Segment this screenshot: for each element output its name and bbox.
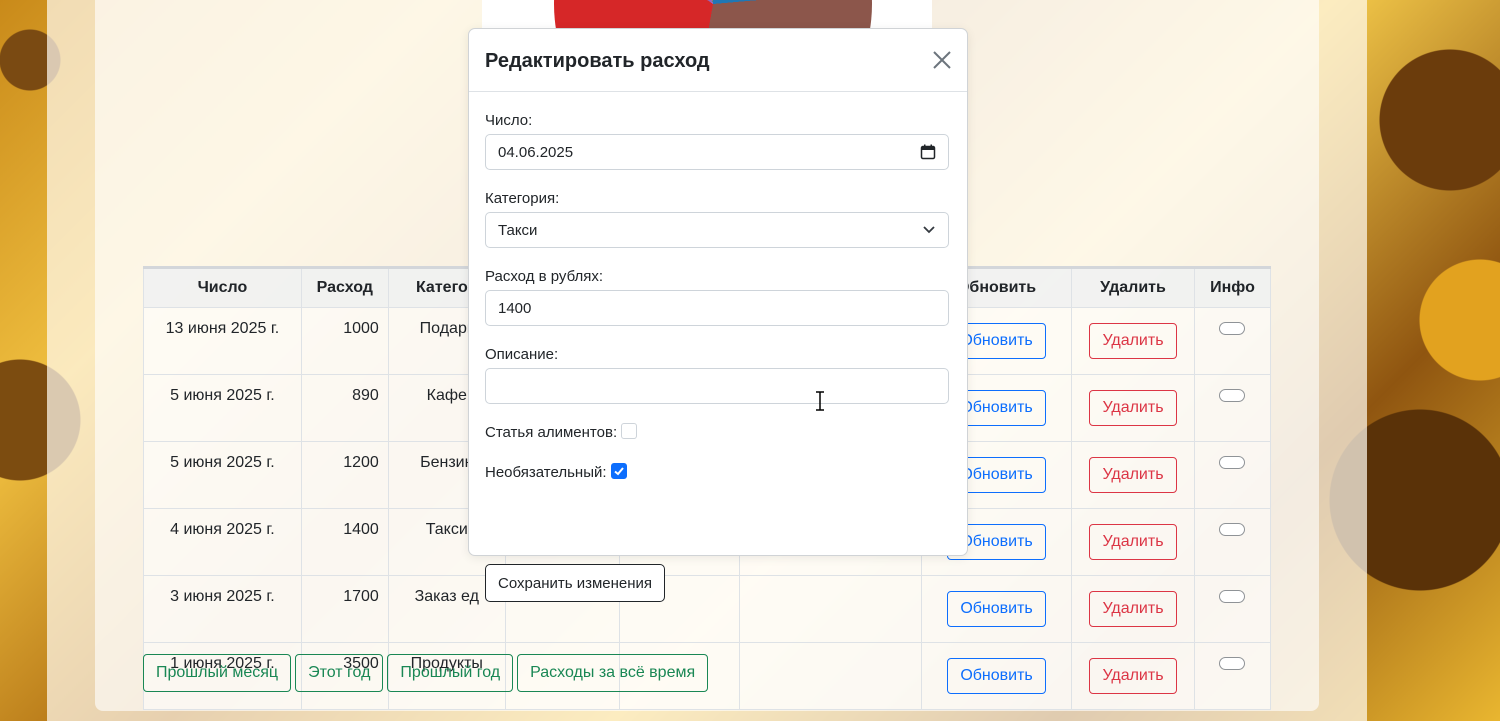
cell-info xyxy=(1193,374,1272,442)
cell-date: 5 июня 2025 г. xyxy=(143,374,302,442)
date-value: 04.06.2025 xyxy=(498,143,574,161)
alimony-checkbox[interactable] xyxy=(621,423,638,440)
cell-update: Обновить xyxy=(921,642,1073,710)
optional-checkbox[interactable] xyxy=(610,463,627,480)
delete-button[interactable]: Удалить xyxy=(1089,524,1177,560)
expense-pie-chart xyxy=(554,0,872,30)
date-label: Число: xyxy=(485,112,533,129)
cell-empty xyxy=(739,642,923,710)
period-buttons: Прошлый месяц Этот год Прошлый год Расхо… xyxy=(143,654,709,692)
description-input[interactable] xyxy=(485,368,949,404)
cell-delete: Удалить xyxy=(1071,642,1195,710)
save-changes-button[interactable]: Сохранить изменения xyxy=(485,564,666,602)
info-toggle[interactable] xyxy=(1219,657,1246,670)
cell-amount: 1200 xyxy=(300,441,389,509)
cell-delete: Удалить xyxy=(1071,508,1195,576)
cell-date: 4 июня 2025 г. xyxy=(143,508,302,576)
cell-info xyxy=(1193,642,1272,710)
modal-header: Редактировать расход xyxy=(469,29,967,92)
amount-label: Расход в рублях: xyxy=(485,268,604,285)
cell-delete: Удалить xyxy=(1071,307,1195,375)
optional-label: Необязательный: xyxy=(485,464,607,481)
cell-info xyxy=(1193,307,1272,375)
category-label: Категория: xyxy=(485,190,560,207)
category-select[interactable]: Такси xyxy=(485,212,949,248)
delete-button[interactable]: Удалить xyxy=(1089,591,1177,627)
cell-amount: 1700 xyxy=(300,575,389,643)
info-toggle[interactable] xyxy=(1219,389,1246,402)
edit-expense-modal: Редактировать расход Число: 04.06.2025 К… xyxy=(468,28,968,602)
amount-value: 1400 xyxy=(498,299,532,317)
close-icon[interactable] xyxy=(931,49,953,71)
all-time-button[interactable]: Расходы за всё время xyxy=(517,654,709,692)
col-header-delete: Удалить xyxy=(1071,266,1195,308)
category-value: Такси xyxy=(498,221,538,239)
col-header-date: Число xyxy=(143,266,302,308)
alimony-row: Статья алиментов: xyxy=(485,423,638,441)
cell-delete: Удалить xyxy=(1071,575,1195,643)
delete-button[interactable]: Удалить xyxy=(1089,658,1177,694)
table-row: 3 июня 2025 г. 1700 Заказ ед Обновить Удалит… xyxy=(143,575,1272,643)
date-input[interactable]: 04.06.2025 xyxy=(485,134,949,170)
last-month-button[interactable]: Прошлый месяц xyxy=(143,654,292,692)
info-toggle[interactable] xyxy=(1219,523,1246,536)
last-year-button[interactable]: Прошлый год xyxy=(387,654,514,692)
cell-amount: 1400 xyxy=(300,508,389,576)
amount-input[interactable]: 1400 xyxy=(485,290,949,326)
delete-button[interactable]: Удалить xyxy=(1089,457,1177,493)
this-year-button[interactable]: Этот год xyxy=(295,654,384,692)
cell-empty xyxy=(739,575,923,643)
text-cursor-icon xyxy=(816,391,824,411)
cell-info xyxy=(1193,575,1272,643)
cell-date: 5 июня 2025 г. xyxy=(143,441,302,509)
delete-button[interactable]: Удалить xyxy=(1089,390,1177,426)
col-header-info: Инфо xyxy=(1193,266,1272,308)
cell-amount: 1000 xyxy=(300,307,389,375)
calendar-icon[interactable] xyxy=(920,144,936,160)
pie-chart-card xyxy=(482,0,932,30)
cell-info xyxy=(1193,441,1272,509)
cell-update: Обновить xyxy=(921,575,1073,643)
cell-delete: Удалить xyxy=(1071,374,1195,442)
cell-amount: 890 xyxy=(300,374,389,442)
col-header-amount: Расход xyxy=(300,266,389,308)
update-button[interactable]: Обновить xyxy=(947,591,1046,627)
chevron-down-icon xyxy=(923,226,935,234)
alimony-label: Статья алиментов: xyxy=(485,424,618,441)
cell-delete: Удалить xyxy=(1071,441,1195,509)
description-label: Описание: xyxy=(485,346,559,363)
delete-button[interactable]: Удалить xyxy=(1089,323,1177,359)
update-button[interactable]: Обновить xyxy=(947,658,1046,694)
cell-date: 13 июня 2025 г. xyxy=(143,307,302,375)
info-toggle[interactable] xyxy=(1219,590,1246,603)
info-toggle[interactable] xyxy=(1219,456,1246,469)
info-toggle[interactable] xyxy=(1219,322,1246,335)
cell-info xyxy=(1193,508,1272,576)
optional-row: Необязательный: xyxy=(485,463,627,481)
cell-date: 3 июня 2025 г. xyxy=(143,575,302,643)
modal-title: Редактировать расход xyxy=(485,50,710,72)
checkmark-icon xyxy=(613,467,624,476)
